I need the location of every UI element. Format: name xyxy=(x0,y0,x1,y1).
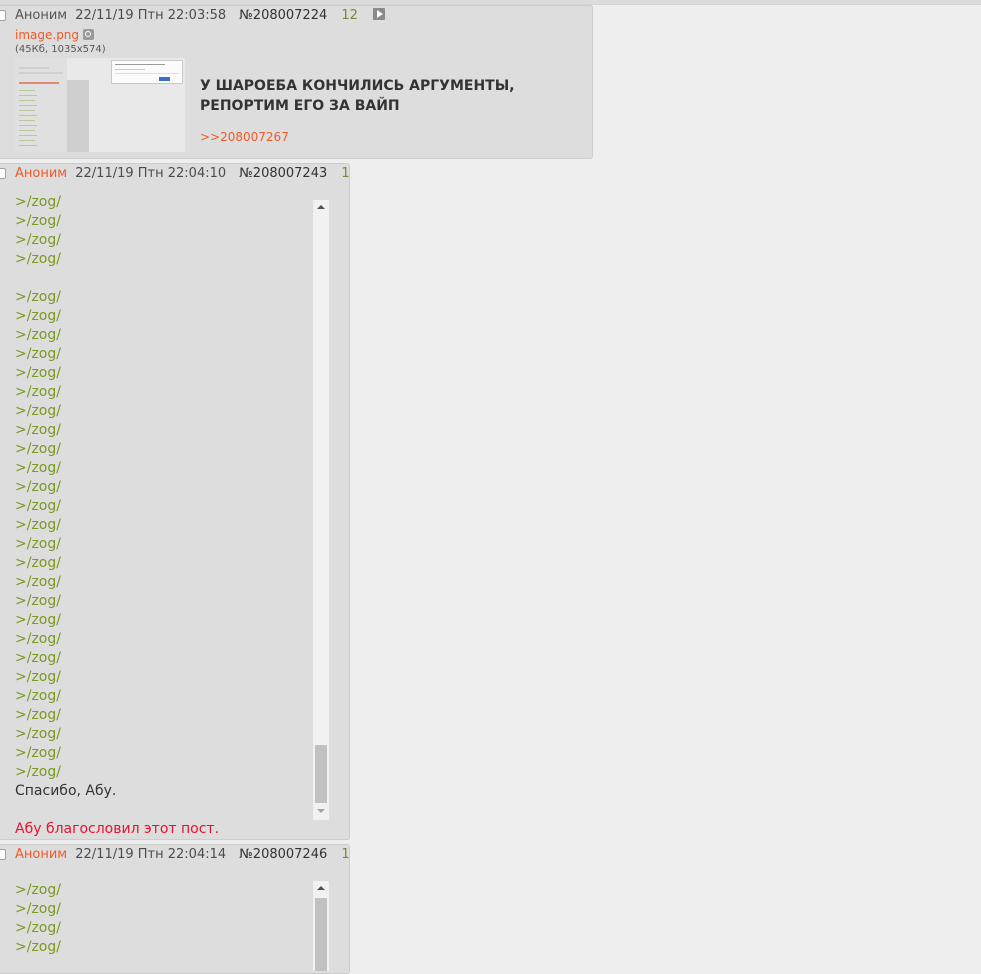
greentext-line: >/zog/ xyxy=(15,669,61,685)
post-header: Аноним 22/11/19 Птн 22:04:10 №208007243 … xyxy=(0,164,349,184)
empty-line xyxy=(15,801,219,820)
greentext-line: >/zog/ xyxy=(15,460,61,476)
post-number[interactable]: №208007243 xyxy=(239,166,327,181)
greentext-line: >/zog/ xyxy=(15,593,61,609)
greentext-line: >/zog/ xyxy=(15,213,61,229)
post-select-checkbox[interactable] xyxy=(0,10,6,21)
reply-link[interactable]: >>208007267 xyxy=(200,130,289,144)
post-reply-count: 13 xyxy=(341,166,350,181)
greentext-line: >/zog/ xyxy=(15,289,61,305)
magnifier-icon[interactable] xyxy=(83,29,95,40)
post-text: Спасибо, Абу. xyxy=(15,783,117,799)
greentext-line: >/zog/ xyxy=(15,939,61,955)
scrollbar-thumb[interactable] xyxy=(315,745,327,803)
post-header: Аноним 22/11/19 Птн 22:03:58 №208007224 … xyxy=(0,6,592,26)
greentext-line: >/zog/ xyxy=(15,384,61,400)
greentext-line: >/zog/ xyxy=(15,194,61,210)
poster-name: Аноним xyxy=(15,166,68,181)
greentext-line: >/zog/ xyxy=(15,517,61,533)
file-info: (45Кб, 1035x574) xyxy=(15,44,106,55)
play-icon[interactable] xyxy=(373,8,386,20)
greentext-line: >/zog/ xyxy=(15,707,61,723)
greentext-line: >/zog/ xyxy=(15,327,61,343)
image-thumbnail[interactable] xyxy=(15,58,185,152)
greentext-line: >/zog/ xyxy=(15,365,61,381)
thumb-sidebar xyxy=(15,58,67,152)
greentext-line: >/zog/ xyxy=(15,745,61,761)
post-header: Аноним 22/11/19 Птн 22:04:14 №208007246 … xyxy=(0,845,349,865)
greentext-line: >/zog/ xyxy=(15,726,61,742)
op-post: Аноним 22/11/19 Птн 22:03:58 №208007224 … xyxy=(0,5,593,159)
poster-name: Аноним xyxy=(15,8,68,23)
greentext-line: >/zog/ xyxy=(15,555,61,571)
file-name[interactable]: image.png xyxy=(15,28,79,42)
greentext-line: >/zog/ xyxy=(15,251,61,267)
post-datetime: 22/11/19 Птн 22:04:10 xyxy=(75,166,227,181)
scrollbar-thumb[interactable] xyxy=(315,898,327,971)
greentext-line: >/zog/ xyxy=(15,612,61,628)
greentext-line: >/zog/ xyxy=(15,441,61,457)
post-number[interactable]: №208007246 xyxy=(239,847,327,862)
post-reply-count: 14 xyxy=(341,847,350,862)
greentext-line: >/zog/ xyxy=(15,232,61,248)
greentext-line: >/zog/ xyxy=(15,574,61,590)
greentext-line: >/zog/ xyxy=(15,882,61,898)
post-scrollbar[interactable] xyxy=(313,881,329,971)
post-scrollbar[interactable] xyxy=(313,200,329,820)
greentext-line: >/zog/ xyxy=(15,346,61,362)
empty-line xyxy=(15,269,219,288)
reply-post: Аноним 22/11/19 Птн 22:04:14 №208007246 … xyxy=(0,844,350,974)
file-link[interactable]: image.png xyxy=(15,28,95,42)
poster-name: Аноним xyxy=(15,847,68,862)
greentext-line: >/zog/ xyxy=(15,536,61,552)
reply-post: Аноним 22/11/19 Птн 22:04:10 №208007243 … xyxy=(0,163,350,840)
greentext-line: >/zog/ xyxy=(15,764,61,780)
thumb-dialog xyxy=(111,60,183,84)
scroll-up-arrow-icon[interactable] xyxy=(313,881,329,897)
thumb-panel xyxy=(67,80,89,152)
scroll-down-arrow-icon[interactable] xyxy=(313,803,329,819)
greentext-line: >/zog/ xyxy=(15,901,61,917)
post-select-checkbox[interactable] xyxy=(0,849,6,860)
blessing-notice: Абу благословил этот пост. xyxy=(15,821,220,837)
post-message: >/zog/ >/zog/ >/zog/ >/zog/ xyxy=(15,881,61,957)
greentext-line: >/zog/ xyxy=(15,498,61,514)
post-message: >/zog/ >/zog/ >/zog/ >/zog/ >/zog/ >/zog/ >/zo… xyxy=(15,193,219,839)
greentext-line: >/zog/ xyxy=(15,688,61,704)
greentext-line: >/zog/ xyxy=(15,631,61,647)
greentext-line: >/zog/ xyxy=(15,308,61,324)
greentext-line: >/zog/ xyxy=(15,650,61,666)
post-reply-count: 12 xyxy=(341,8,358,23)
post-datetime: 22/11/19 Птн 22:03:58 xyxy=(75,8,227,23)
post-title: У ШАРОЕБА КОНЧИЛИСЬ АРГУМЕНТЫ, РЕПОРТИМ … xyxy=(200,78,515,114)
greentext-line: >/zog/ xyxy=(15,422,61,438)
greentext-line: >/zog/ xyxy=(15,479,61,495)
post-number[interactable]: №208007224 xyxy=(239,8,327,23)
scroll-up-arrow-icon[interactable] xyxy=(313,200,329,216)
greentext-line: >/zog/ xyxy=(15,403,61,419)
post-select-checkbox[interactable] xyxy=(0,168,6,179)
greentext-line: >/zog/ xyxy=(15,920,61,936)
post-datetime: 22/11/19 Птн 22:04:14 xyxy=(75,847,227,862)
